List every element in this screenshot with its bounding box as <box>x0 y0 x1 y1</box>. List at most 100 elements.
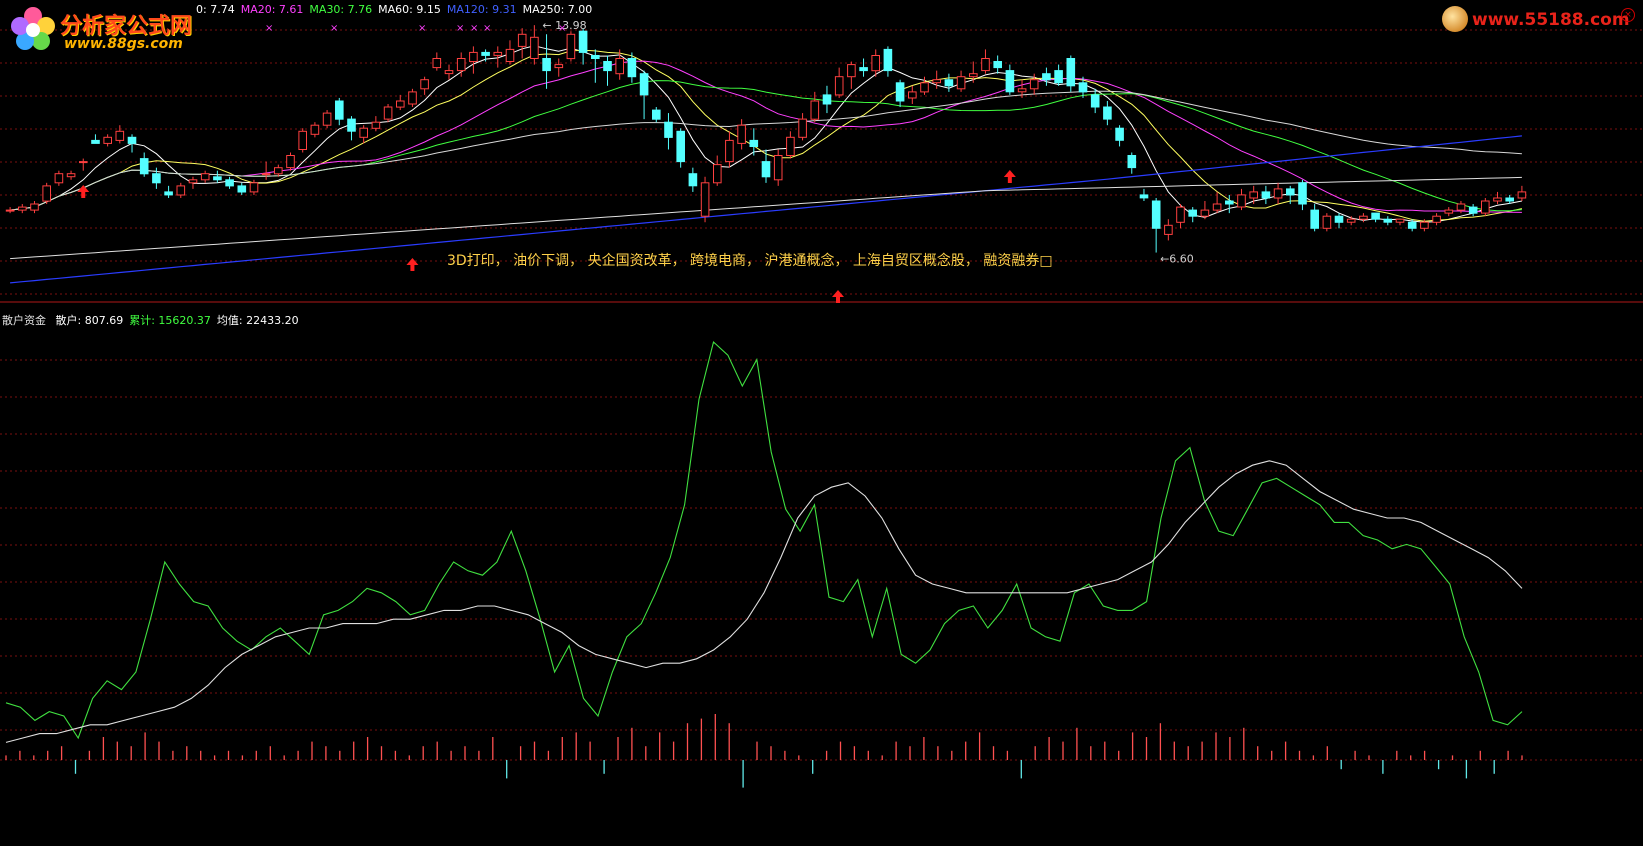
candle-body <box>42 185 52 202</box>
brand-url: www.88gs.com <box>64 36 183 52</box>
candle-body <box>1444 209 1454 214</box>
signal-x-icon: × <box>265 23 273 34</box>
candle-body <box>639 73 649 96</box>
candle-body <box>1225 200 1234 205</box>
candle-body <box>188 179 198 184</box>
candle-body <box>420 79 429 90</box>
candle-body <box>566 33 576 60</box>
candle-body <box>847 64 856 78</box>
candle-body <box>1029 79 1039 90</box>
candle-body <box>981 58 990 72</box>
candle-body <box>627 58 637 78</box>
candle-body <box>1322 215 1332 229</box>
candle-body <box>1468 206 1478 214</box>
candle-body <box>591 55 600 59</box>
site-url: www.55188.com <box>1472 10 1630 30</box>
candle-body <box>115 130 125 141</box>
candle-body <box>993 61 1003 69</box>
signal-x-icon: × <box>418 23 426 34</box>
candle-body <box>688 173 698 187</box>
candle-body <box>347 118 356 132</box>
candle-body <box>371 121 381 129</box>
candle-body <box>1249 191 1259 199</box>
ma-legend-item: MA20: 7.61 <box>240 3 304 16</box>
candle-body <box>969 73 978 78</box>
candle-body <box>1273 188 1283 199</box>
candle-body <box>554 64 564 69</box>
candle-body <box>1042 73 1051 81</box>
candle-body <box>359 127 368 138</box>
flower-logo-icon <box>11 7 55 50</box>
candle-body <box>396 100 405 108</box>
candle-body <box>603 61 612 72</box>
candle-body <box>932 79 942 84</box>
indicator-legend: 散户资金 散户: 807.69 累计: 15620.37 均值: 22433.20 <box>2 312 305 328</box>
signal-arrow-icon <box>1003 170 1016 183</box>
candle-body <box>1383 218 1393 223</box>
candle-body <box>469 51 478 63</box>
candle-body <box>481 51 490 56</box>
ma-line <box>10 80 1522 212</box>
candle-body <box>261 173 271 176</box>
candle-body <box>493 51 503 56</box>
candle-body <box>1139 194 1149 199</box>
indicator-name: 散户资金 <box>2 314 46 327</box>
candle-body <box>517 33 527 47</box>
indicator-legend-item: 散户: 807.69 <box>55 314 124 327</box>
ma-legend-item: MA60: 9.15 <box>378 3 441 16</box>
candle-body <box>908 91 917 99</box>
indicator-line <box>5 340 1523 740</box>
ma-legend: 0: 7.74 MA20: 7.61 MA30: 7.76 MA60: 9.15 MA1… <box>196 3 598 16</box>
ma-legend-item: MA120: 9.31 <box>446 3 517 16</box>
signal-arrow-icon <box>832 290 844 303</box>
candle-body <box>249 182 259 193</box>
candle-body <box>920 82 929 93</box>
candle-body <box>1505 197 1515 202</box>
candle-body <box>895 82 905 102</box>
candle-body <box>30 203 39 211</box>
concept-tags: 3D打印， 油价下调， 央企国资改革， 跨境电商， 沪港通概念， 上海自贸区概念… <box>447 253 1053 269</box>
candle-body <box>286 155 295 169</box>
candle-body <box>761 161 771 178</box>
logo-55188: www.55188.com <box>1442 6 1632 36</box>
signal-x-icon: × <box>456 23 464 34</box>
candle-body <box>956 76 966 90</box>
candle-body <box>810 100 820 120</box>
candle-body <box>1359 215 1368 220</box>
candle-body <box>225 179 234 187</box>
close-icon[interactable]: × <box>1621 8 1635 22</box>
candle-body <box>834 76 844 96</box>
signal-arrow-icon <box>406 258 419 271</box>
candle-body <box>1164 224 1173 235</box>
signal-arrow-icon <box>77 185 90 198</box>
candle-body <box>871 55 881 72</box>
candle-body <box>700 182 710 217</box>
candle-body <box>432 58 442 69</box>
candle-body <box>408 91 417 105</box>
candle-body <box>530 36 539 59</box>
candle-body <box>1151 200 1161 229</box>
ma-legend-item: MA30: 7.76 <box>309 3 373 16</box>
ma-legend-item: MA250: 7.00 <box>522 3 593 16</box>
candle-body <box>237 185 247 193</box>
ma-legend-item: 0: 7.74 <box>196 3 235 16</box>
candle-body <box>54 173 64 184</box>
candle-body <box>383 106 393 120</box>
candle-body <box>444 70 454 75</box>
candle-body <box>652 109 661 120</box>
candle-body <box>456 58 466 72</box>
ma-line <box>10 45 1522 223</box>
candle-body <box>1200 209 1210 217</box>
indicator-legend-item: 均值: 22433.20 <box>216 314 299 327</box>
candle-body <box>1115 127 1124 141</box>
candle-body <box>298 130 307 151</box>
candle-body <box>1493 197 1502 202</box>
signal-x-icon: × <box>558 23 566 34</box>
candle-body <box>66 173 76 178</box>
candle-body <box>1481 200 1490 214</box>
candle-body <box>859 67 868 72</box>
candle-body <box>786 136 795 157</box>
candle-body <box>1054 70 1063 84</box>
candle-body <box>1334 215 1344 223</box>
indicator-line <box>5 460 1523 743</box>
